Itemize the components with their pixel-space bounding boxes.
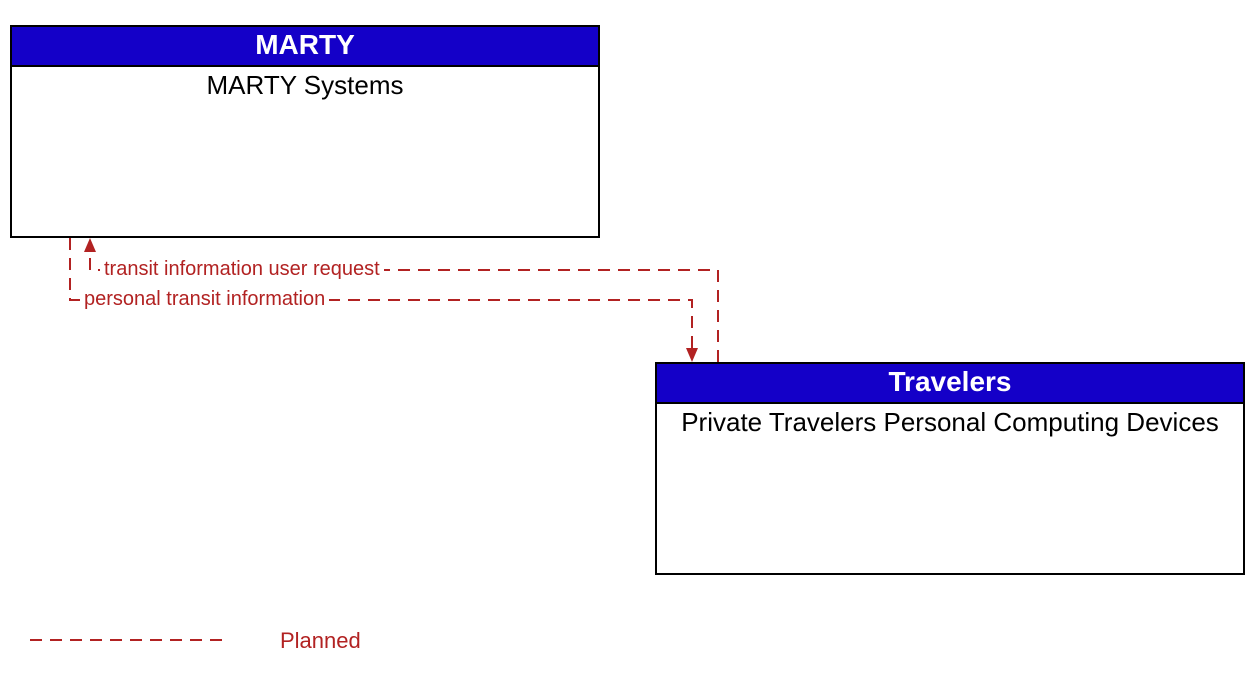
entity-travelers: Travelers Private Travelers Personal Com… [655, 362, 1245, 575]
entity-marty-body: MARTY Systems [12, 67, 598, 101]
flow-label-info: personal transit information [80, 288, 329, 311]
arrowhead-request [84, 238, 96, 252]
entity-marty-header: MARTY [12, 27, 598, 67]
entity-travelers-header: Travelers [657, 364, 1243, 404]
legend-label-planned: Planned [280, 628, 361, 654]
entity-marty: MARTY MARTY Systems [10, 25, 600, 238]
entity-travelers-body: Private Travelers Personal Computing Dev… [657, 404, 1243, 438]
arrowhead-info [686, 348, 698, 362]
flow-label-request: transit information user request [100, 258, 384, 281]
